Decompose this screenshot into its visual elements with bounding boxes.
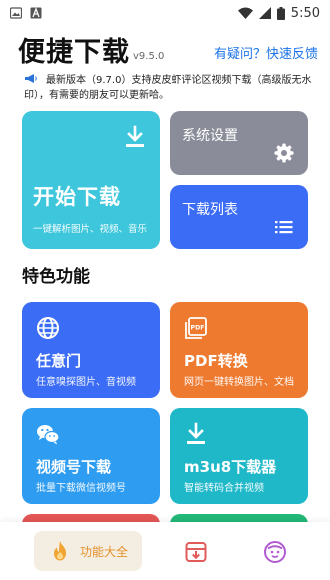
status-time: 5:50 — [290, 5, 320, 21]
nav-features-tab[interactable]: 功能大全 — [34, 531, 142, 571]
feature-card-pdf[interactable]: PDF PDF转换 网页一键转换图片、文档 — [170, 302, 308, 398]
download-icon — [187, 422, 205, 444]
features-section-title: 特色功能 — [22, 267, 90, 287]
bottom-nav: 功能大全 — [0, 522, 330, 580]
app-header: 便捷下载 v9.5.0 有疑问？快速反馈 — [18, 30, 318, 70]
feature-title: 任意门 — [36, 352, 82, 370]
feature-card-m3u8[interactable]: m3u8下载器 智能转码合并视频 — [170, 408, 308, 504]
app-version: v9.5.0 — [133, 51, 165, 62]
download-list-card[interactable]: 下载列表 — [170, 185, 308, 249]
globe-icon — [37, 317, 59, 339]
start-download-label: 开始下载 — [33, 185, 121, 209]
gallery-notification-icon — [10, 7, 22, 19]
update-notice: 最新版本（9.7.0）支持皮皮虾评论区视频下载（高级版无水印），有需要的朋友可以… — [24, 73, 314, 103]
feature-title: 视频号下载 — [36, 458, 112, 476]
feature-subtitle: 网页一键转换图片、文档 — [184, 377, 294, 388]
feature-subtitle: 智能转码合并视频 — [184, 483, 264, 494]
pdf-icon: PDF — [185, 317, 207, 339]
system-settings-card[interactable]: 系统设置 — [170, 111, 308, 175]
feature-subtitle: 批量下载微信视频号 — [36, 483, 126, 494]
face-icon — [264, 541, 286, 563]
svg-text:PDF: PDF — [191, 325, 205, 332]
wifi-icon — [237, 7, 253, 19]
start-download-card[interactable]: 开始下载 一键解析图片、视频、音乐 — [22, 111, 160, 249]
battery-icon — [276, 6, 285, 20]
nav-features-label: 功能大全 — [79, 544, 128, 559]
nav-profile-tab[interactable] — [262, 539, 288, 565]
feedback-link[interactable]: 有疑问？快速反馈 — [214, 43, 318, 62]
app-title: 便捷下载 — [18, 37, 130, 68]
start-download-subtitle: 一键解析图片、视频、音乐 — [33, 224, 148, 235]
feature-title: m3u8下载器 — [184, 458, 277, 476]
feature-card-portal[interactable]: 任意门 任意嗅探图片、音视频 — [22, 302, 160, 398]
nav-downloads-tab[interactable] — [183, 539, 209, 565]
feature-title: PDF转换 — [184, 352, 248, 370]
download-list-label: 下载列表 — [182, 202, 238, 218]
wechat-icon — [37, 425, 60, 445]
signal-icon — [258, 7, 271, 19]
download-box-icon — [185, 542, 207, 562]
notice-text: 最新版本（9.7.0）支持皮皮虾评论区视频下载（高级版无水印），有需要的朋友可以… — [24, 75, 312, 101]
megaphone-icon — [25, 74, 37, 83]
list-icon — [275, 221, 293, 234]
gear-icon — [274, 143, 294, 163]
feature-subtitle: 任意嗅探图片、音视频 — [36, 377, 136, 388]
flame-icon — [53, 541, 66, 561]
feature-card-channels[interactable]: 视频号下载 批量下载微信视频号 — [22, 408, 160, 504]
download-icon — [126, 125, 144, 147]
system-settings-label: 系统设置 — [182, 128, 238, 144]
app-notification-icon — [30, 7, 42, 19]
status-bar: 5:50 — [0, 0, 330, 26]
